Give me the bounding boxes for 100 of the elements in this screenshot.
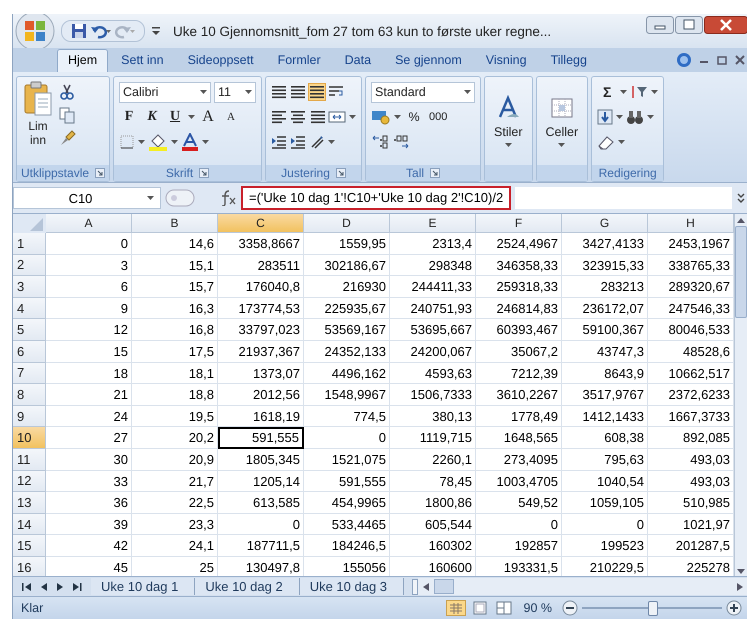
column-header[interactable]: C — [218, 214, 304, 233]
thousands-button[interactable]: 000 — [427, 108, 450, 126]
page-break-icon[interactable] — [494, 600, 514, 616]
close-icon[interactable] — [734, 54, 746, 66]
currency-icon[interactable] — [371, 109, 392, 125]
column-header[interactable]: E — [390, 214, 476, 233]
ribbon-tab[interactable]: Sideoppsett — [176, 49, 265, 72]
save-icon[interactable] — [70, 22, 88, 40]
previous-sheet-icon[interactable] — [39, 582, 49, 592]
scroll-thumb[interactable] — [434, 579, 454, 594]
brush-icon[interactable] — [58, 129, 76, 147]
font-name-field[interactable]: Calibri — [119, 82, 212, 102]
bold-button[interactable]: F — [119, 108, 140, 126]
scissors-icon[interactable] — [58, 83, 76, 101]
column-header[interactable]: D — [304, 214, 390, 233]
increase-indent-icon[interactable] — [290, 134, 306, 150]
scroll-up-icon[interactable] — [736, 216, 746, 224]
tab-split-handle[interactable] — [412, 578, 418, 594]
first-sheet-icon[interactable] — [21, 582, 33, 592]
maximize-icon[interactable] — [675, 16, 703, 34]
formula-input-area[interactable] — [515, 187, 732, 209]
dropdown-caret-icon[interactable] — [147, 196, 154, 200]
dialog-launcher-icon[interactable] — [95, 168, 106, 178]
dialog-launcher-icon[interactable] — [336, 168, 346, 178]
align-center-icon[interactable] — [290, 109, 306, 125]
row-header[interactable]: 6 — [13, 340, 46, 363]
italic-button[interactable]: K — [142, 108, 162, 126]
normal-view-icon[interactable] — [446, 600, 466, 616]
vertical-scrollbar[interactable] — [734, 214, 747, 576]
sheet-tab[interactable]: Uke 10 dag 2 — [195, 578, 300, 595]
cells-button[interactable]: Celler — [542, 88, 582, 154]
ribbon-tab[interactable]: Formler — [266, 49, 332, 72]
splitter-handle-icon[interactable] — [165, 189, 195, 207]
decrease-indent-icon[interactable] — [271, 134, 288, 150]
dropdown-caret-icon[interactable] — [464, 90, 472, 94]
row-header[interactable]: 12 — [13, 470, 46, 492]
scroll-thumb[interactable] — [735, 226, 747, 318]
office-button-icon[interactable] — [15, 14, 55, 51]
minimize-icon[interactable] — [646, 16, 674, 34]
dropdown-caret-icon[interactable] — [394, 114, 402, 120]
merge-cells-icon[interactable] — [328, 109, 346, 125]
number-format-field[interactable]: Standard — [371, 82, 476, 102]
help-icon[interactable] — [676, 52, 692, 68]
zoom-out-icon[interactable] — [562, 600, 578, 616]
align-right-icon[interactable] — [309, 109, 326, 125]
font-color-icon[interactable] — [181, 133, 200, 151]
ribbon-tab[interactable]: Hjem — [57, 49, 108, 72]
row-header[interactable]: 3 — [13, 276, 46, 298]
grow-font-button[interactable]: A — [198, 108, 218, 126]
autosum-button[interactable]: Σ — [597, 82, 618, 102]
dropdown-caret-icon[interactable] — [651, 90, 658, 94]
dialog-launcher-icon[interactable] — [199, 168, 210, 178]
zoom-in-icon[interactable] — [726, 600, 742, 616]
row-header[interactable]: 5 — [13, 319, 46, 341]
column-header[interactable]: A — [46, 214, 132, 233]
formula-field[interactable]: =('Uke 10 dag 1'!C10+'Uke 10 dag 2'!C10)/2 — [241, 186, 512, 210]
sheet-tab[interactable]: Uke 10 dag 3 — [300, 578, 404, 595]
close-icon[interactable] — [704, 16, 747, 34]
dropdown-caret-icon[interactable] — [328, 140, 336, 144]
column-header[interactable]: G — [562, 214, 648, 233]
row-header[interactable]: 8 — [13, 384, 46, 406]
row-header[interactable]: 4 — [13, 298, 46, 320]
horizontal-scrollbar[interactable] — [418, 578, 747, 595]
scroll-right-icon[interactable] — [736, 582, 744, 592]
dropdown-caret-icon[interactable] — [647, 114, 654, 120]
column-header[interactable]: H — [648, 214, 734, 233]
align-bottom-icon[interactable] — [309, 84, 326, 100]
row-header[interactable]: 7 — [13, 362, 46, 384]
dropdown-caret-icon[interactable] — [504, 142, 512, 148]
dropdown-caret-icon[interactable] — [138, 140, 146, 144]
row-header[interactable]: 14 — [13, 514, 46, 536]
row-header[interactable]: 11 — [13, 448, 46, 471]
column-header[interactable]: F — [476, 214, 562, 233]
dropdown-caret-icon[interactable] — [171, 140, 178, 144]
row-header[interactable]: 13 — [13, 492, 46, 514]
binoculars-icon[interactable] — [626, 109, 644, 125]
ribbon-tab[interactable]: Tillegg — [540, 49, 598, 72]
ribbon-tab[interactable]: Se gjennom — [384, 49, 473, 72]
column-header[interactable]: B — [132, 214, 218, 233]
row-header[interactable]: 10 — [13, 427, 46, 449]
dropdown-caret-icon[interactable] — [200, 90, 208, 94]
increase-decimal-icon[interactable] — [371, 134, 390, 150]
ribbon-tab[interactable]: Data — [334, 49, 382, 72]
customize-toolbar-icon[interactable] — [151, 25, 161, 37]
slider-thumb[interactable] — [648, 600, 658, 616]
shrink-font-button[interactable]: A — [221, 108, 242, 126]
paste-button[interactable]: Lim inn — [22, 119, 54, 147]
decrease-decimal-icon[interactable] — [392, 134, 410, 150]
percent-button[interactable]: % — [404, 108, 424, 126]
font-size-field[interactable]: 11 — [214, 82, 256, 102]
dialog-launcher-icon[interactable] — [430, 168, 440, 178]
align-middle-icon[interactable] — [290, 84, 306, 100]
dropdown-caret-icon[interactable] — [558, 142, 566, 148]
dropdown-caret-icon[interactable] — [620, 90, 628, 94]
dropdown-caret-icon[interactable] — [349, 114, 356, 120]
underline-button[interactable]: U — [165, 108, 186, 126]
row-header[interactable]: 15 — [13, 535, 46, 557]
restore-icon[interactable] — [716, 54, 728, 66]
fill-down-icon[interactable] — [597, 109, 614, 125]
fill-color-icon[interactable] — [148, 133, 168, 151]
